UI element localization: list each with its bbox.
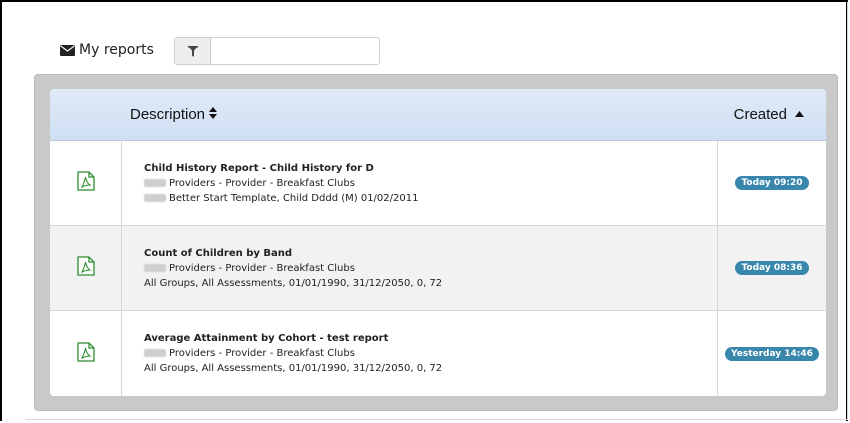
- report-title: Average Attainment by Cohort - test repo…: [144, 333, 389, 344]
- report-providers: Providers - Provider - Breakfast Clubs: [144, 346, 704, 361]
- report-providers: Providers - Provider - Breakfast Clubs: [144, 176, 704, 191]
- envelope-icon: [60, 44, 75, 56]
- table-row[interactable]: Child History Report - Child History for…: [50, 141, 826, 226]
- created-cell: Today 09:20: [717, 141, 826, 225]
- report-filter: [174, 37, 380, 65]
- sort-both-icon: [209, 107, 218, 122]
- report-params: All Groups, All Assessments, 01/01/1990,…: [144, 363, 443, 374]
- pdf-cell: [50, 141, 122, 225]
- column-label: Created: [733, 106, 787, 123]
- table-row[interactable]: Average Attainment by Cohort - test repo…: [50, 311, 826, 396]
- created-cell: Today 08:36: [717, 226, 826, 310]
- pdf-icon[interactable]: [76, 171, 95, 195]
- description-cell: Count of Children by Band Providers - Pr…: [144, 226, 704, 310]
- report-title: Count of Children by Band: [144, 247, 293, 259]
- created-badge: Today 09:20: [735, 176, 809, 190]
- page-title-label: My reports: [79, 42, 154, 58]
- created-cell: Yesterday 14:46: [717, 311, 826, 396]
- column-label: Description: [130, 106, 206, 123]
- pdf-icon[interactable]: [76, 341, 95, 366]
- reports-table: Description Created Child History Report…: [50, 89, 826, 396]
- table-header: Description Created: [50, 89, 826, 141]
- pdf-cell: [50, 311, 122, 396]
- redacted-text: [144, 178, 166, 187]
- created-badge: Today 08:36: [735, 261, 809, 275]
- report-params: All Groups, All Assessments, 01/01/1990,…: [144, 277, 443, 289]
- divider: [847, 2, 848, 419]
- filter-icon: [187, 42, 198, 61]
- column-header-description[interactable]: Description: [130, 89, 218, 140]
- table-row[interactable]: Count of Children by Band Providers - Pr…: [50, 226, 826, 311]
- divider: [26, 419, 848, 420]
- description-cell: Child History Report - Child History for…: [144, 141, 704, 225]
- pdf-cell: [50, 226, 122, 310]
- created-badge: Yesterday 14:46: [725, 346, 819, 361]
- sort-ascending-icon: [795, 109, 804, 120]
- redacted-text: [144, 263, 166, 272]
- redacted-text: [144, 349, 166, 357]
- pdf-icon[interactable]: [76, 256, 95, 280]
- column-header-created[interactable]: Created: [734, 89, 804, 140]
- report-title: Child History Report - Child History for…: [144, 162, 374, 174]
- filter-input[interactable]: [211, 38, 379, 64]
- report-params: Better Start Template, Child Dddd (M) 01…: [144, 191, 704, 206]
- page-title: My reports: [60, 40, 154, 60]
- redacted-text: [144, 193, 166, 202]
- filter-button[interactable]: [175, 38, 211, 64]
- description-cell: Average Attainment by Cohort - test repo…: [144, 311, 704, 396]
- report-providers: Providers - Provider - Breakfast Clubs: [144, 261, 704, 276]
